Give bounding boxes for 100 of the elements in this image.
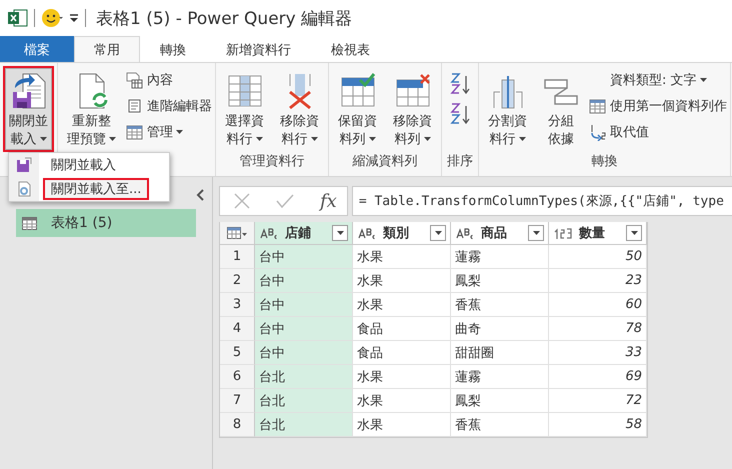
table-cell: 甜甜圈 <box>451 341 549 365</box>
caret-icon <box>176 130 183 134</box>
table-cell: 台北 <box>255 413 353 437</box>
table-cell: 78 <box>549 317 647 341</box>
ribbon-tab[interactable]: 常用 <box>74 36 140 62</box>
filter-dropdown[interactable] <box>332 225 348 241</box>
table-cell: 水果 <box>353 413 451 437</box>
ribbon-button[interactable]: 使用第一個資料列作 <box>589 94 727 118</box>
menu-item[interactable]: 關閉並載入至... <box>43 178 150 200</box>
ribbon-button[interactable]: 進階編輯器 <box>126 94 212 118</box>
table-cell: 水果 <box>353 245 451 269</box>
table-cell: 台中 <box>255 293 353 317</box>
column-header[interactable]: 店鋪 <box>255 222 353 245</box>
text-type-icon <box>260 228 278 240</box>
save-document-icon <box>10 72 46 110</box>
excel-app-icon <box>8 9 28 27</box>
file-tab[interactable]: 檔案 <box>0 36 74 62</box>
table-icon <box>126 124 143 140</box>
smiley-icon[interactable] <box>41 8 63 28</box>
ribbon-tab[interactable]: 新增資料行 <box>206 36 311 62</box>
customize-toolbar-icon[interactable] <box>69 13 79 23</box>
row-number: 5 <box>220 341 255 365</box>
check-icon[interactable] <box>276 194 294 208</box>
row-number: 7 <box>220 389 255 413</box>
function-button[interactable]: fx <box>320 190 337 212</box>
table-cell: 食品 <box>353 341 451 365</box>
table-cell: 台中 <box>255 245 353 269</box>
caret-icon <box>368 137 376 142</box>
caret-icon <box>518 137 526 142</box>
table-cell: 台北 <box>255 365 353 389</box>
table-menu[interactable] <box>220 222 255 245</box>
ribbon-button[interactable]: 移除資 料行 <box>276 68 323 150</box>
table-cell: 水果 <box>353 293 451 317</box>
menu-item[interactable]: 關閉並載入 <box>43 154 124 176</box>
caret-icon <box>700 78 707 82</box>
table-cell: 台中 <box>255 341 353 365</box>
ribbon-button[interactable]: 移除資 料列 <box>389 68 436 150</box>
text-type-icon <box>358 228 376 240</box>
caret-icon <box>256 137 262 142</box>
table-cell: 69 <box>549 365 647 389</box>
number-type-icon <box>554 228 572 240</box>
group-label: 排序 <box>447 154 473 169</box>
column-header[interactable]: 商品 <box>451 222 549 245</box>
table-cell: 58 <box>549 413 647 437</box>
row-number: 2 <box>220 269 255 293</box>
row-number: 3 <box>220 293 255 317</box>
ribbon-button[interactable]: 取代值 <box>589 120 727 144</box>
table-cell: 台中 <box>255 317 353 341</box>
caret-icon <box>434 231 442 235</box>
table-cell: 23 <box>549 269 647 293</box>
caret-icon <box>109 137 116 142</box>
query-item[interactable]: 表格1 (5) <box>16 209 196 237</box>
table-cell: 蓮霧 <box>451 245 549 269</box>
table-cell: 香蕉 <box>451 293 549 317</box>
ribbon-button[interactable]: 分組 依據 <box>539 68 583 150</box>
sort-descending-icon[interactable] <box>449 102 471 126</box>
table-cell: 曲奇 <box>451 317 549 341</box>
table-cell: 鳳梨 <box>451 269 549 293</box>
table-cell: 50 <box>549 245 647 269</box>
table-cell: 台北 <box>255 389 353 413</box>
row-number: 6 <box>220 365 255 389</box>
ribbon-button[interactable]: 資料類型: 文字 <box>589 68 727 92</box>
ribbon-button[interactable]: 分割資 料行 <box>484 68 531 150</box>
row-number: 8 <box>220 413 255 437</box>
replace-icon <box>589 124 606 140</box>
caret-icon <box>424 137 430 142</box>
row-number: 1 <box>220 245 255 269</box>
table-cell: 72 <box>549 389 647 413</box>
caret-icon <box>40 137 46 142</box>
filter-dropdown[interactable] <box>528 225 544 241</box>
table-icon <box>589 98 606 114</box>
ribbon-button[interactable]: 管理 <box>126 120 212 144</box>
table-cell: 水果 <box>353 389 451 413</box>
column-header[interactable]: 類別 <box>353 222 451 245</box>
formula-field[interactable]: = Table.TransformColumnTypes(來源,{{"店鋪", type <box>352 186 732 216</box>
table-cell: 香蕉 <box>451 413 549 437</box>
save-icon <box>16 157 32 173</box>
table-cell: 台中 <box>255 269 353 293</box>
ribbon-button[interactable]: 選擇資 料行 <box>221 68 268 150</box>
sort-ascending-icon[interactable] <box>449 72 471 96</box>
row-number: 4 <box>220 317 255 341</box>
caret-icon <box>310 137 318 142</box>
column-header[interactable]: 數量 <box>549 222 647 245</box>
ribbon-button[interactable]: 內容 <box>126 68 212 92</box>
ribbon-tab[interactable]: 轉換 <box>140 36 206 62</box>
filter-dropdown[interactable] <box>626 225 642 241</box>
caret-icon <box>630 231 638 235</box>
collapse-icon[interactable] <box>196 189 204 201</box>
table-cell: 33 <box>549 341 647 365</box>
table-icon <box>22 216 37 230</box>
table-cell: 食品 <box>353 317 451 341</box>
ribbon-tab[interactable]: 檢視表 <box>311 36 390 62</box>
ribbon-button[interactable]: 保留資 料列 <box>334 68 381 150</box>
script-icon <box>126 98 143 114</box>
properties-icon <box>126 72 143 88</box>
filter-dropdown[interactable] <box>430 225 446 241</box>
ribbon-button[interactable]: 重新整 理預覽 <box>63 68 120 150</box>
ribbon-button[interactable]: 關閉並 載入 <box>5 68 52 150</box>
table-cell: 60 <box>549 293 647 317</box>
group-label: 管理資料行 <box>240 154 304 169</box>
